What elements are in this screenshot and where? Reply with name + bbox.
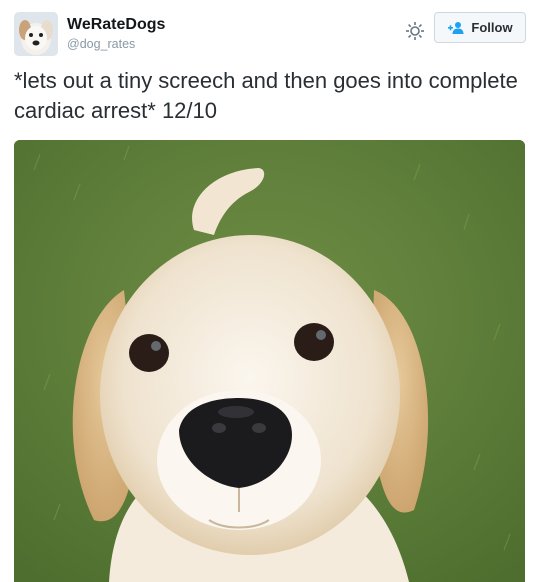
tweet-media-photo[interactable] — [14, 140, 525, 582]
gear-icon[interactable] — [404, 20, 426, 42]
avatar[interactable] — [14, 12, 58, 56]
account-info: WeRateDogs @dog_rates — [67, 15, 165, 52]
puppy-photo — [14, 140, 525, 582]
display-name[interactable]: WeRateDogs — [67, 15, 165, 34]
tweet-card: WeRateDogs @dog_rates Follow *lets out a… — [0, 0, 540, 582]
tweet-text: *lets out a tiny screech and then goes i… — [14, 68, 518, 123]
add-user-icon — [447, 21, 465, 35]
follow-button[interactable]: Follow — [434, 12, 526, 43]
dog-avatar-icon — [14, 12, 58, 56]
tweet-header: WeRateDogs @dog_rates Follow — [14, 12, 526, 56]
user-handle[interactable]: @dog_rates — [67, 36, 165, 52]
follow-button-label: Follow — [471, 20, 513, 35]
